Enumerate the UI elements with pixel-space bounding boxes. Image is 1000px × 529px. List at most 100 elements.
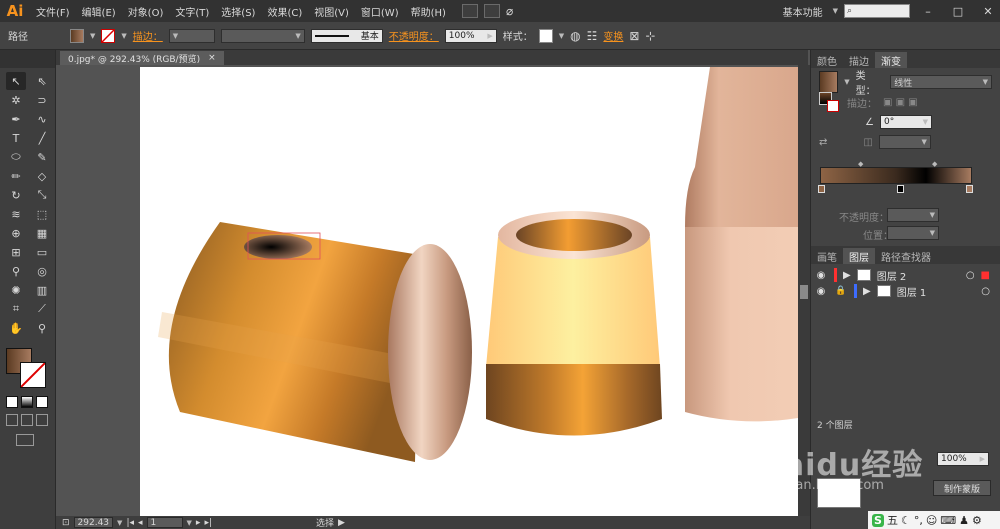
recolor-icon[interactable]: ◍ — [570, 29, 580, 43]
gradient-stop-left[interactable] — [818, 185, 825, 193]
stroke-label[interactable]: 描边： — [133, 28, 163, 43]
draw-inside-icon[interactable] — [36, 414, 48, 426]
menu-select[interactable]: 选择(S) — [215, 4, 261, 19]
chevron-down-icon[interactable]: ▼ — [121, 32, 126, 40]
gpu-performance-icon[interactable]: ⌀ — [506, 4, 513, 18]
transform-icon[interactable]: ⊠ — [629, 29, 639, 43]
first-page-icon[interactable]: |◂ — [126, 518, 134, 528]
zoom-field[interactable]: 292.43 — [73, 517, 114, 528]
close-button[interactable]: ✕ — [976, 0, 1000, 22]
line-tool-icon[interactable]: ╱ — [32, 129, 52, 147]
free-transform-tool-icon[interactable]: ⬚ — [32, 205, 52, 223]
fill-stroke-mini[interactable] — [819, 92, 841, 112]
gradient-midpoint[interactable]: ◆ — [858, 160, 863, 168]
warp-tool-icon[interactable]: ≋ — [6, 205, 26, 223]
arrange-documents-icon[interactable] — [483, 4, 500, 18]
hand-tool-icon[interactable]: ✋ — [6, 319, 26, 337]
paintbrush-tool-icon[interactable]: ✎ — [32, 148, 52, 166]
menu-type[interactable]: 文字(T) — [169, 4, 215, 19]
gradient-opacity-input[interactable]: ▼ — [887, 208, 939, 222]
page-field[interactable]: 1 — [146, 517, 183, 528]
layer-row[interactable]: ◉ 🔒 ▶ 图层 1 ○ — [814, 283, 990, 299]
tall-bottle-shape[interactable] — [685, 67, 798, 422]
prev-page-icon[interactable]: ◂ — [138, 518, 143, 528]
menu-view[interactable]: 视图(V) — [308, 4, 355, 19]
stroke-swatch[interactable] — [101, 28, 116, 43]
gradient-mode-button[interactable] — [21, 396, 33, 408]
tools-icon[interactable]: ⚙ — [972, 514, 982, 527]
rotate-tool-icon[interactable]: ↻ — [6, 186, 26, 204]
gradient-midpoint[interactable]: ◆ — [932, 160, 937, 168]
selection-tool-icon[interactable]: ↖ — [6, 72, 26, 90]
shape-builder-tool-icon[interactable]: ⊕ — [6, 224, 26, 242]
close-tab-icon[interactable]: × — [208, 53, 216, 63]
pen-tool-icon[interactable]: ✒ — [6, 110, 26, 128]
chevron-down-icon[interactable]: ▼ — [559, 32, 564, 40]
target-icon[interactable]: ○ — [966, 270, 975, 281]
gradient-tool-icon[interactable]: ▭ — [32, 243, 52, 261]
stroke-weight-dropdown[interactable]: ▼ — [168, 28, 215, 43]
chevron-down-icon[interactable]: ▼ — [90, 32, 95, 40]
eyedropper-tool-icon[interactable]: ⚲ — [6, 262, 26, 280]
layer-name[interactable]: 图层 1 — [897, 284, 927, 299]
expand-arrow-icon[interactable]: ▶ — [863, 286, 871, 297]
maximize-button[interactable]: □ — [946, 0, 970, 22]
chevron-down-icon[interactable]: ▼ — [833, 7, 838, 15]
keyboard-icon[interactable]: ⌨ — [940, 514, 956, 527]
cylinder-shape[interactable] — [158, 222, 472, 462]
sogou-ime-icon[interactable]: S — [872, 513, 884, 527]
search-input[interactable]: ⌕ — [844, 4, 910, 18]
cup-shape[interactable] — [486, 211, 662, 436]
brush-dropdown[interactable]: 基本 — [310, 28, 383, 43]
graphic-style-swatch[interactable] — [538, 28, 553, 43]
status-menu-icon[interactable]: ▶ — [338, 518, 345, 528]
none-mode-button[interactable] — [36, 396, 48, 408]
draw-mode-icon[interactable] — [6, 414, 18, 426]
gradient-stop-right[interactable] — [966, 185, 973, 193]
emoji-icon[interactable]: ☺ — [926, 514, 937, 527]
canvas-area[interactable] — [56, 65, 798, 516]
expand-arrow-icon[interactable]: ▶ — [843, 270, 851, 281]
menu-edit[interactable]: 编辑(E) — [76, 4, 122, 19]
tab-brushes[interactable]: 画笔 — [811, 248, 843, 264]
magic-wand-tool-icon[interactable]: ✲ — [6, 91, 26, 109]
screen-mode-icon[interactable] — [16, 434, 34, 446]
eye-icon[interactable]: ◉ — [814, 286, 828, 297]
gradient-location-input[interactable]: ▼ — [887, 226, 939, 240]
artboard[interactable] — [140, 67, 798, 516]
mesh-tool-icon[interactable]: ⊞ — [6, 243, 26, 261]
fill-stroke-widget[interactable] — [6, 348, 50, 390]
arrange-icon[interactable]: ⊹ — [645, 29, 655, 43]
punctuation-icon[interactable]: °, — [914, 514, 923, 527]
gradient-thumbnail[interactable] — [819, 71, 839, 93]
transform-link[interactable]: 变换 — [603, 28, 623, 43]
artboard-tool-icon[interactable]: ⌗ — [6, 300, 26, 318]
reverse-gradient-icon[interactable]: ⇄ — [819, 137, 827, 148]
angle-input[interactable]: 0° ▼ — [879, 115, 932, 129]
gradient-type-dropdown[interactable]: 线性 ▼ — [890, 75, 992, 89]
menu-file[interactable]: 文件(F) — [30, 4, 76, 19]
eye-icon[interactable]: ◉ — [814, 270, 828, 281]
blend-tool-icon[interactable]: ◎ — [32, 262, 52, 280]
stroke-gradient-icons[interactable]: ▣ ▣ ▣ — [883, 97, 918, 108]
chevron-down-icon[interactable]: ▼ — [844, 78, 849, 86]
layer-row[interactable]: ◉ ▶ 图层 2 ○ ■ — [814, 267, 990, 283]
menu-help[interactable]: 帮助(H) — [405, 4, 452, 19]
lock-icon[interactable]: 🔒 — [834, 286, 848, 296]
menu-effect[interactable]: 效果(C) — [261, 4, 308, 19]
perspective-grid-tool-icon[interactable]: ▦ — [32, 224, 52, 242]
variable-width-dropdown[interactable]: ▼ — [220, 28, 305, 43]
target-icon[interactable]: ○ — [981, 286, 990, 297]
tab-gradient[interactable]: 渐变 — [875, 52, 907, 68]
draw-behind-icon[interactable] — [21, 414, 33, 426]
align-icon[interactable]: ☷ — [587, 29, 598, 43]
gradient-stop-middle[interactable] — [897, 185, 904, 193]
scrollbar-thumb[interactable] — [800, 285, 808, 299]
tab-color[interactable]: 颜色 — [811, 52, 843, 68]
menu-window[interactable]: 窗口(W) — [355, 4, 405, 19]
tab-stroke[interactable]: 描边 — [843, 52, 875, 68]
ellipse-tool-icon[interactable]: ⬭ — [6, 148, 26, 166]
next-page-icon[interactable]: ▸ — [196, 518, 201, 528]
ime-mode[interactable]: 五 — [887, 512, 898, 528]
layer-name[interactable]: 图层 2 — [877, 268, 907, 283]
